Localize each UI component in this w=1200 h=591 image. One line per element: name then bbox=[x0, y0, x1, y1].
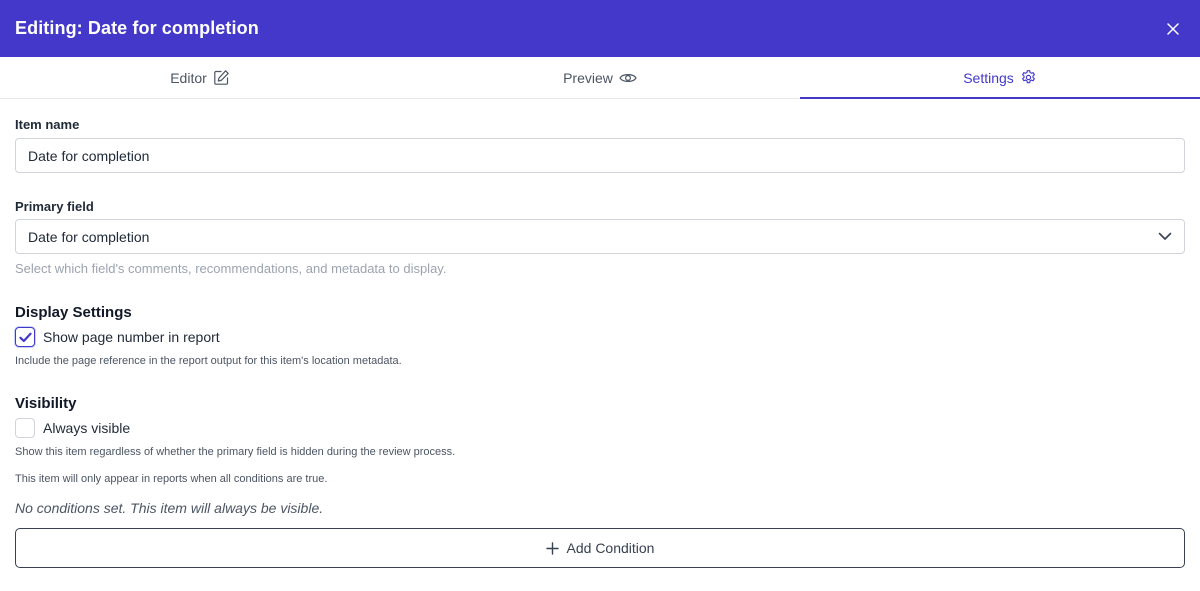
always-visible-checkbox[interactable] bbox=[15, 418, 35, 438]
primary-field-selected: Date for completion bbox=[28, 228, 150, 245]
always-visible-option[interactable]: Always visible bbox=[15, 418, 130, 438]
eye-icon bbox=[619, 73, 637, 82]
add-condition-button[interactable]: Add Condition bbox=[15, 528, 1185, 568]
modal-title: Editing: Date for completion bbox=[15, 18, 259, 38]
visibility-title: Visibility bbox=[15, 395, 77, 412]
tab-preview[interactable]: Preview bbox=[400, 57, 800, 98]
gear-icon bbox=[1021, 70, 1035, 84]
add-condition-label: Add Condition bbox=[566, 540, 655, 556]
modal-header: Editing: Date for completion bbox=[0, 0, 1200, 57]
chevron-down-icon bbox=[1158, 232, 1172, 240]
show-page-number-checkbox[interactable] bbox=[15, 327, 35, 347]
conditions-note: This item will only appear in reports wh… bbox=[15, 473, 328, 485]
visibility-note: Show this item regardless of whether the… bbox=[15, 446, 456, 458]
tab-settings[interactable]: Settings bbox=[800, 57, 1200, 99]
always-visible-label: Always visible bbox=[43, 420, 131, 436]
close-button[interactable] bbox=[1163, 19, 1183, 39]
close-icon bbox=[1167, 22, 1179, 35]
primary-field-select[interactable]: Date for completion bbox=[15, 219, 1185, 254]
checkmark-icon bbox=[18, 332, 32, 342]
show-page-number-option[interactable]: Show page number in report bbox=[15, 327, 220, 347]
edit-icon bbox=[213, 70, 229, 85]
tab-bar: Editor Preview Settings bbox=[0, 57, 1200, 99]
primary-field-label: Primary field bbox=[15, 199, 94, 214]
tab-settings-label: Settings bbox=[963, 69, 1014, 86]
conditions-empty-state: No conditions set. This item will always… bbox=[15, 500, 324, 516]
display-settings-title: Display Settings bbox=[15, 304, 132, 321]
display-settings-note: Include the page reference in the report… bbox=[15, 355, 402, 367]
item-name-label: Item name bbox=[15, 117, 80, 132]
show-page-number-label: Show page number in report bbox=[43, 329, 220, 345]
tab-preview-label: Preview bbox=[563, 69, 613, 86]
primary-field-helper: Select which field's comments, recommend… bbox=[15, 261, 447, 276]
tab-editor[interactable]: Editor bbox=[0, 57, 400, 98]
plus-icon bbox=[545, 541, 559, 555]
item-name-input[interactable] bbox=[15, 138, 1185, 173]
tab-editor-label: Editor bbox=[170, 69, 207, 86]
